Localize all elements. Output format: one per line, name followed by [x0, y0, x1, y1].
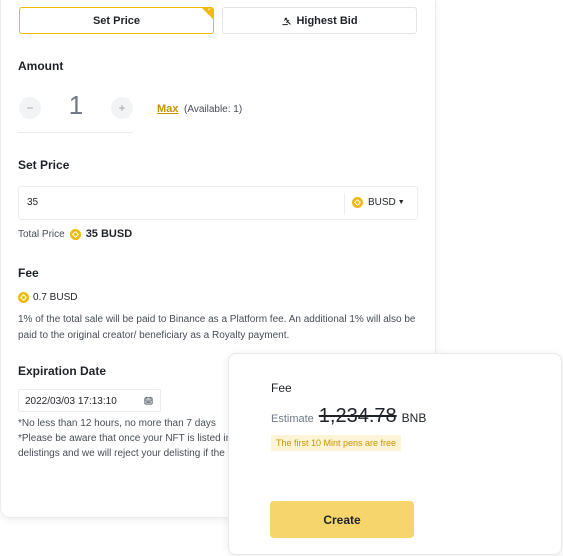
calendar-icon: [144, 396, 153, 405]
fee-title: Fee: [18, 266, 39, 280]
amount-underline: [18, 132, 133, 133]
price-field: 35 BUSD ▼: [18, 186, 418, 220]
check-mark-icon: ✓: [206, 7, 212, 13]
total-price-row: Total Price 35 BUSD: [18, 228, 132, 240]
tab-highest-bid-label: Highest Bid: [296, 14, 358, 27]
promo-badge: The first 10 Mint pens are free: [271, 435, 402, 451]
total-price-value: 35 BUSD: [85, 228, 133, 240]
amount-title: Amount: [18, 59, 64, 73]
decrease-button[interactable]: −: [19, 97, 41, 119]
total-price-label: Total Price: [18, 228, 65, 240]
price-input[interactable]: 35: [27, 197, 38, 208]
estimate-label: Estimate: [271, 413, 314, 425]
tab-set-price[interactable]: Set Price ✓: [19, 7, 214, 34]
price-divider: [344, 193, 345, 215]
fee-row: 0.7 BUSD: [18, 292, 77, 303]
expiration-title: Expiration Date: [18, 364, 107, 378]
create-button[interactable]: Create: [270, 501, 414, 538]
tab-set-price-label: Set Price: [92, 14, 141, 27]
quantity-value[interactable]: 1: [51, 90, 101, 121]
currency-select[interactable]: BUSD ▼: [352, 197, 405, 208]
available-count: (Available: 1): [184, 104, 243, 115]
estimate-value: 1,234.78: [318, 405, 397, 427]
estimate-unit: BNB: [401, 411, 427, 425]
fee-summary-card: Fee Estimate 1,234.78 BNB The first 10 M…: [228, 353, 562, 555]
fee-value: 0.7 BUSD: [33, 292, 78, 303]
increase-button[interactable]: +: [111, 97, 133, 119]
busd-coin-icon: [18, 292, 29, 303]
busd-coin-icon: [352, 197, 363, 208]
estimate-row: Estimate 1,234.78 BNB: [271, 405, 426, 428]
currency-label: BUSD: [368, 197, 396, 208]
max-link[interactable]: Max: [157, 103, 178, 115]
gavel-icon: [282, 17, 292, 26]
busd-coin-icon: [69, 228, 81, 240]
fee-card-title: Fee: [271, 381, 292, 395]
set-price-title: Set Price: [18, 158, 70, 172]
expiration-date-picker[interactable]: 2022/03/03 17:13:10: [18, 389, 161, 412]
tab-highest-bid[interactable]: Highest Bid: [222, 7, 417, 34]
caret-down-icon: ▼: [397, 199, 405, 206]
fee-description: 1% of the total sale will be paid to Bin…: [18, 314, 416, 341]
expiration-date-value: 2022/03/03 17:13:10: [25, 396, 117, 407]
